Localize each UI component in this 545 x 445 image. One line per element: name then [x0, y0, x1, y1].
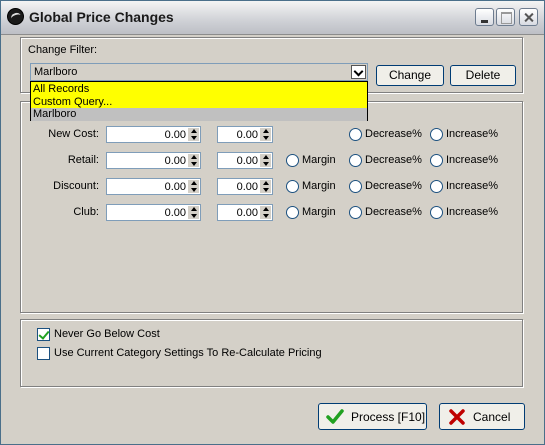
new-cost-increase-label: Increase% [446, 128, 498, 140]
club-margin-label: Margin [302, 206, 336, 218]
club-decrease-label: Decrease% [365, 206, 422, 218]
dropdown-option-all-records[interactable]: All Records [31, 83, 367, 96]
discount-decrease-radio[interactable] [349, 180, 362, 193]
title-bar: Global Price Changes [1, 1, 544, 35]
new-cost-label: New Cost: [48, 128, 99, 140]
retail-value-field[interactable]: 0.00 [106, 152, 201, 169]
app-icon [7, 8, 24, 25]
discount-margin-radio[interactable] [286, 180, 299, 193]
dropdown-option-marlboro[interactable]: Marlboro [31, 108, 367, 121]
new-cost-percent-field[interactable]: 0.00 [217, 126, 273, 143]
club-label: Club: [73, 206, 99, 218]
spin-arrows-icon[interactable] [188, 180, 199, 193]
maximize-button[interactable] [496, 8, 515, 26]
cancel-button[interactable]: Cancel [439, 403, 525, 430]
cancel-x-icon [449, 409, 465, 425]
retail-decrease-radio[interactable] [349, 154, 362, 167]
club-value-field[interactable]: 0.00 [106, 204, 201, 221]
spin-arrows-icon[interactable] [188, 154, 199, 167]
discount-margin-label: Margin [302, 180, 336, 192]
retail-increase-radio[interactable] [430, 154, 443, 167]
new-cost-increase-radio[interactable] [430, 128, 443, 141]
change-filter-label: Change Filter: [28, 44, 98, 56]
checkmark-icon [326, 409, 344, 424]
use-category-settings-label: Use Current Category Settings To Re-Calc… [54, 347, 322, 359]
discount-decrease-label: Decrease% [365, 180, 422, 192]
chevron-down-icon[interactable] [351, 65, 366, 79]
retail-percent-field[interactable]: 0.00 [217, 152, 273, 169]
discount-value-field[interactable]: 0.00 [106, 178, 201, 195]
club-decrease-radio[interactable] [349, 206, 362, 219]
club-percent-field[interactable]: 0.00 [217, 204, 273, 221]
change-button[interactable]: Change [376, 65, 444, 86]
club-increase-radio[interactable] [430, 206, 443, 219]
retail-decrease-label: Decrease% [365, 154, 422, 166]
club-margin-radio[interactable] [286, 206, 299, 219]
retail-percent-value: 0.00 [236, 155, 258, 167]
new-cost-value: 0.00 [164, 129, 186, 141]
minimize-button[interactable] [475, 8, 494, 26]
never-below-cost-label: Never Go Below Cost [54, 328, 160, 340]
retail-label: Retail: [67, 154, 99, 166]
filter-dropdown-list: All Records Custom Query... Marlboro [30, 81, 368, 121]
spin-arrows-icon[interactable] [260, 154, 271, 167]
delete-button[interactable]: Delete [450, 65, 516, 86]
spin-arrows-icon[interactable] [260, 128, 271, 141]
use-category-settings-checkbox[interactable] [37, 347, 50, 360]
new-cost-decrease-radio[interactable] [349, 128, 362, 141]
process-button[interactable]: Process [F10] [318, 403, 427, 430]
filter-combo[interactable]: Marlboro [30, 63, 368, 81]
club-value: 0.00 [164, 207, 186, 219]
spin-arrows-icon[interactable] [188, 128, 199, 141]
spin-arrows-icon[interactable] [260, 180, 271, 193]
new-cost-percent-value: 0.00 [236, 129, 258, 141]
discount-label: Discount: [53, 180, 99, 192]
close-button[interactable] [519, 8, 538, 26]
club-percent-value: 0.00 [236, 207, 258, 219]
discount-percent-value: 0.00 [236, 181, 258, 193]
retail-increase-label: Increase% [446, 154, 498, 166]
cancel-label: Cancel [473, 410, 511, 424]
club-increase-label: Increase% [446, 206, 498, 218]
discount-value: 0.00 [164, 181, 186, 193]
never-below-cost-checkbox[interactable] [37, 328, 50, 341]
window-title: Global Price Changes [29, 9, 174, 25]
spin-arrows-icon[interactable] [188, 206, 199, 219]
new-cost-value-field[interactable]: 0.00 [106, 126, 201, 143]
retail-value: 0.00 [164, 155, 186, 167]
discount-percent-field[interactable]: 0.00 [217, 178, 273, 195]
filter-selected-value: Marlboro [34, 66, 78, 78]
discount-increase-label: Increase% [446, 180, 498, 192]
spin-arrows-icon[interactable] [260, 206, 271, 219]
discount-increase-radio[interactable] [430, 180, 443, 193]
global-price-changes-window: Global Price Changes Change Filter: Marl… [0, 0, 545, 445]
retail-margin-label: Margin [302, 154, 336, 166]
retail-margin-radio[interactable] [286, 154, 299, 167]
process-label: Process [F10] [351, 410, 426, 424]
new-cost-decrease-label: Decrease% [365, 128, 422, 140]
